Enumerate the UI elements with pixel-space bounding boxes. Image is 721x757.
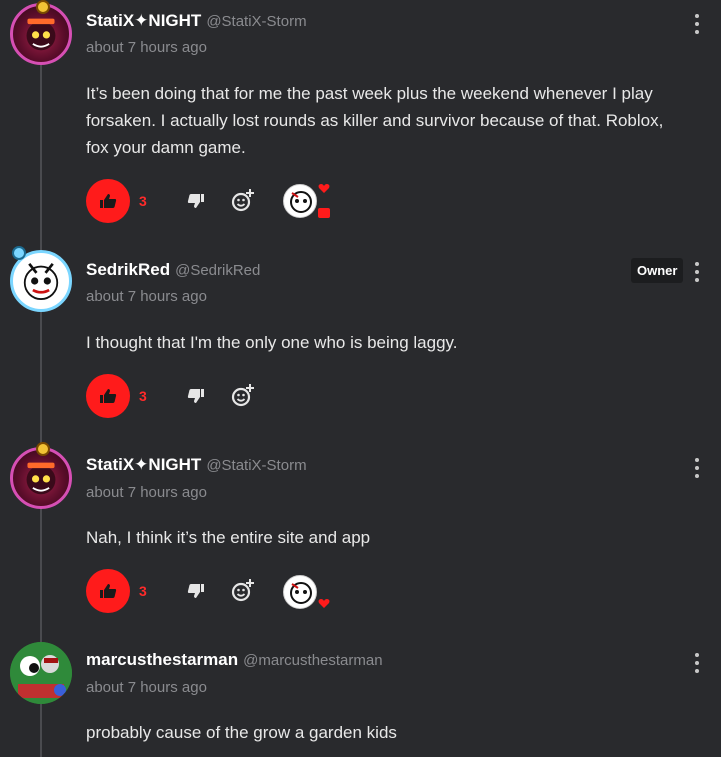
like-button[interactable] (86, 374, 130, 418)
like-button[interactable] (86, 179, 130, 223)
username-text[interactable]: marcusthestarman (86, 650, 238, 669)
reactor-avatar-icon (290, 582, 312, 604)
avatar-art-icon (10, 642, 72, 704)
username[interactable]: StatiX✦NIGHT @StatiX-Storm (86, 455, 307, 475)
comment-text: I thought that I'm the only one who is b… (86, 333, 458, 352)
heart-icon (318, 184, 330, 193)
avatar-art-icon (26, 462, 56, 495)
username[interactable]: marcusthestarman @marcusthestarman (86, 650, 383, 670)
username[interactable]: SedrikRed @SedrikRed (86, 260, 260, 280)
avatar[interactable] (10, 642, 72, 704)
reaction-avatar[interactable] (283, 184, 317, 218)
comment-thread: StatiX✦NIGHT @StatiX-Storm about 7 hours … (0, 0, 721, 757)
timestamp: about 7 hours ago (86, 288, 207, 305)
username-text[interactable]: SedrikRed (86, 260, 170, 279)
user-handle[interactable]: @StatiX-Storm (206, 457, 306, 474)
timestamp: about 7 hours ago (86, 484, 207, 501)
thumbs-down-icon[interactable] (186, 581, 206, 601)
kebab-menu-icon[interactable] (690, 14, 704, 34)
like-count: 3 (139, 583, 147, 599)
user-handle[interactable]: @SedrikRed (175, 262, 260, 279)
like-count: 3 (139, 388, 147, 404)
reactor-avatar-icon (290, 191, 312, 213)
like-count: 3 (139, 193, 147, 209)
kebab-menu-icon[interactable] (690, 262, 704, 282)
badge-icon (36, 0, 50, 14)
thumbs-down-icon[interactable] (186, 386, 206, 406)
avatar-art-icon (26, 18, 56, 51)
user-handle[interactable]: @marcusthestarman (243, 652, 382, 669)
owner-badge: Owner (631, 258, 684, 283)
timestamp: about 7 hours ago (86, 39, 207, 56)
badge-icon (36, 442, 50, 456)
comment-text: It’s been doing that for me the past wee… (86, 84, 664, 157)
add-reaction-icon[interactable] (231, 383, 255, 407)
thumbs-down-icon[interactable] (186, 191, 206, 211)
badge-icon (12, 246, 26, 260)
kebab-menu-icon[interactable] (690, 653, 704, 673)
username-text[interactable]: StatiX✦NIGHT (86, 11, 201, 30)
add-reaction-icon[interactable] (231, 578, 255, 602)
reply-bubble-icon (318, 208, 330, 218)
username[interactable]: StatiX✦NIGHT @StatiX-Storm (86, 11, 307, 31)
timestamp: about 7 hours ago (86, 679, 207, 696)
thumbs-up-icon (100, 389, 117, 403)
user-handle[interactable]: @StatiX-Storm (206, 13, 306, 30)
heart-icon (318, 599, 330, 608)
kebab-menu-icon[interactable] (690, 458, 704, 478)
avatar[interactable] (10, 447, 72, 509)
reaction-avatar[interactable] (283, 575, 317, 609)
comment-text: Nah, I think it’s the entire site and ap… (86, 528, 371, 547)
comment-text: probably cause of the grow a garden kids (86, 723, 397, 742)
thumbs-up-icon (100, 194, 117, 208)
like-button[interactable] (86, 569, 130, 613)
add-reaction-icon[interactable] (231, 188, 255, 212)
username-text[interactable]: StatiX✦NIGHT (86, 455, 201, 474)
avatar-art-icon (23, 262, 59, 300)
thumbs-up-icon (100, 584, 117, 598)
